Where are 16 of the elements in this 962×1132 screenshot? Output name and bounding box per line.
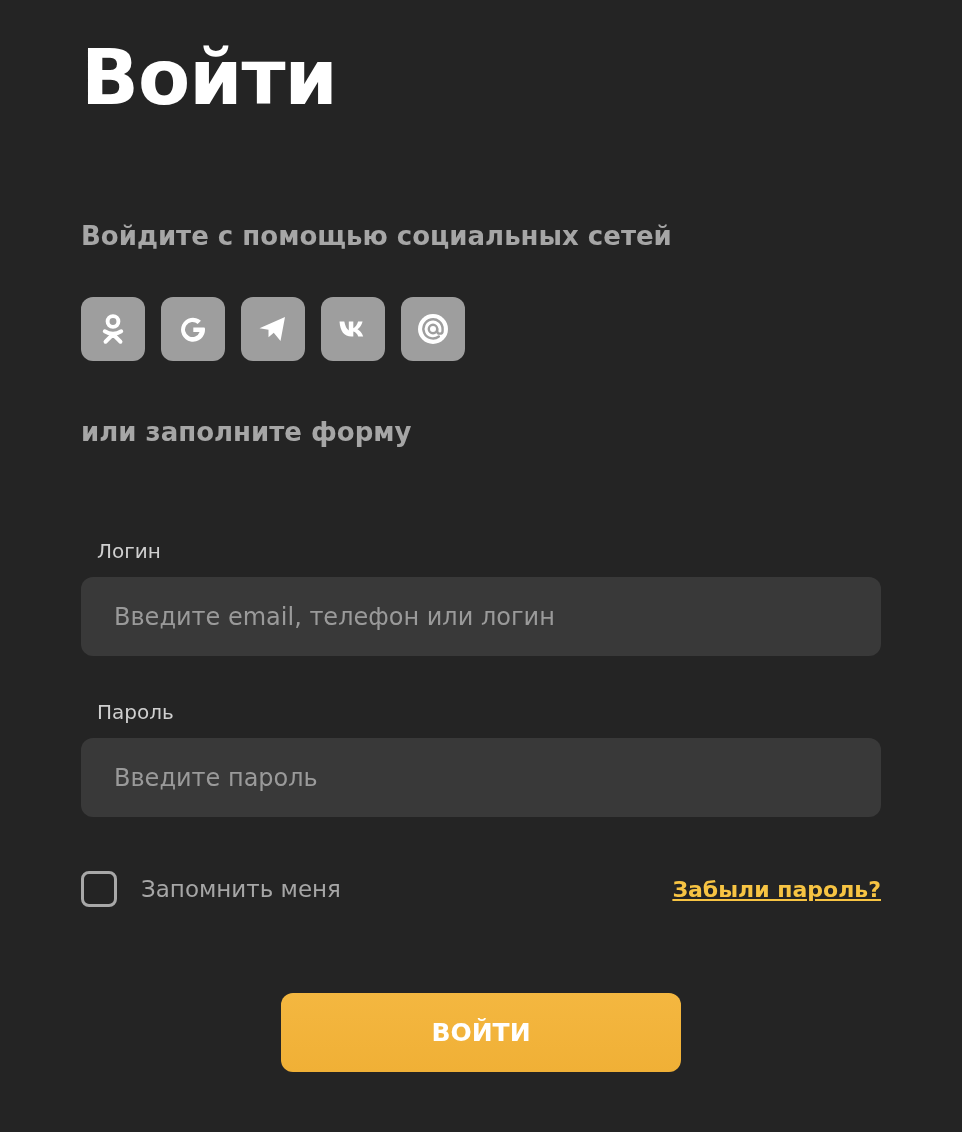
- field-label: Пароль: [97, 700, 175, 724]
- forgot-password-link[interactable]: Забыли пароль?: [672, 876, 881, 902]
- field-label: Логин: [97, 539, 162, 563]
- input-field[interactable]: Введите email, телефон или логин: [81, 577, 881, 656]
- form-heading: или заполните форму: [81, 416, 413, 449]
- page-title: Войти: [81, 32, 338, 124]
- social-login-button[interactable]: [81, 297, 145, 361]
- checkbox[interactable]: [81, 871, 117, 907]
- social-login-button[interactable]: [401, 297, 465, 361]
- checkbox-label: Запомнить меня: [141, 876, 341, 902]
- input-field[interactable]: Введите пароль: [81, 738, 881, 817]
- social-login-heading: Войдите с помощью социальных сетей: [81, 220, 673, 253]
- social-login-button[interactable]: [241, 297, 305, 361]
- at-sign-icon: [415, 311, 451, 347]
- social-login-button[interactable]: [321, 297, 385, 361]
- social-login-button[interactable]: [161, 297, 225, 361]
